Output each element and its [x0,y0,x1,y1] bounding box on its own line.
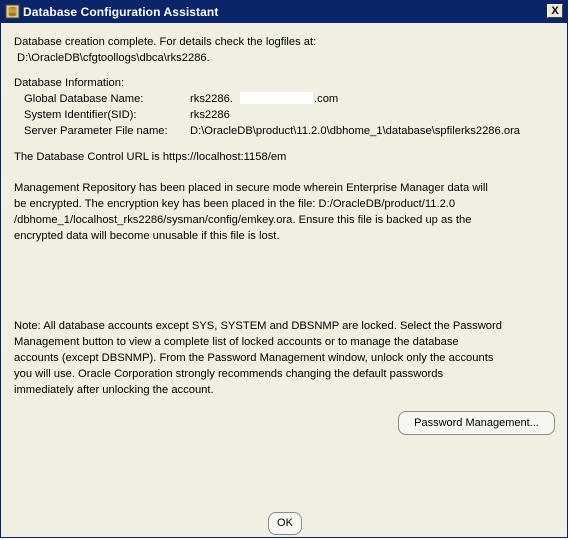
creation-complete-text: Database creation complete. For details … [14,36,317,48]
global-name-label: Global Database Name: [24,93,144,105]
window-title: Database Configuration Assistant [23,5,219,19]
repository-line-3: /dbhome_1/localhost_rks2286/sysman/confi… [14,214,472,226]
note-line-2: Management button to view a complete lis… [14,336,459,348]
global-name-value-suffix: .com [314,93,339,105]
dbca-app-icon [5,4,20,19]
logfile-path-text: D:\OracleDB\cfgtoollogs\dbca\rks2286. [17,52,210,64]
sid-value: rks2286 [190,109,230,121]
note-line-1: Note: All database accounts except SYS, … [14,320,502,332]
sid-label: System Identifier(SID): [24,109,137,121]
control-url-text: The Database Control URL is https://loca… [14,151,287,163]
title-bar[interactable]: Database Configuration Assistant X [1,1,567,23]
close-button[interactable]: X [547,4,563,18]
ok-button[interactable]: OK [268,512,302,535]
note-line-3: accounts (except DBSNMP). From the Passw… [14,352,494,364]
repository-line-1: Management Repository has been placed in… [14,182,488,194]
global-name-value-prefix: rks2286. [190,93,233,105]
repository-line-2: be encrypted. The encryption key has bee… [14,198,456,210]
note-line-4: you will use. Oracle Corporation strongl… [14,368,444,380]
database-info-heading: Database Information: [14,77,125,89]
spfile-label: Server Parameter File name: [24,125,168,137]
dialog-content: Database creation complete. For details … [1,23,567,537]
repository-line-4: encrypted data will become unusable if t… [14,230,280,242]
redaction-box [240,92,313,104]
dialog-window: Database Configuration Assistant X Datab… [0,0,568,538]
note-line-5: immediately after unlocking the account. [14,384,214,396]
password-management-button[interactable]: Password Management... [398,411,555,435]
spfile-value: D:\OracleDB\product\11.2.0\dbhome_1\data… [190,125,521,137]
